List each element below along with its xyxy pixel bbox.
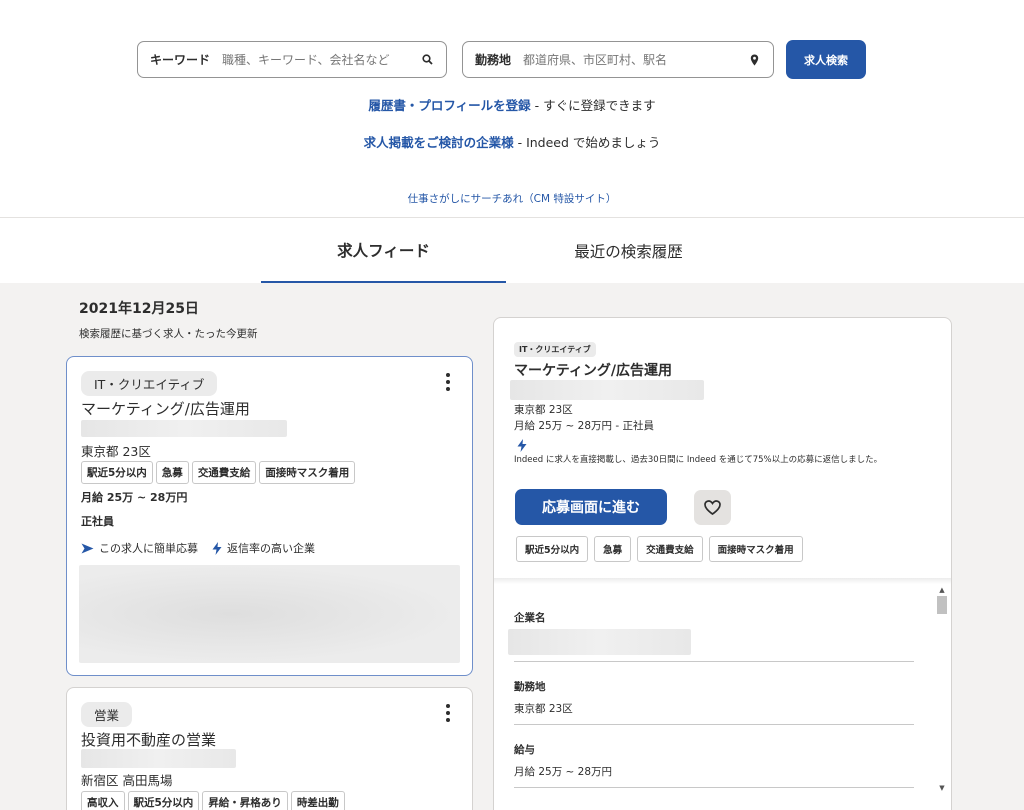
tab-recent-searches[interactable]: 最近の検索履歴 bbox=[506, 218, 751, 284]
lightning-icon bbox=[517, 439, 527, 452]
resume-promo-text: - すぐに登録できます bbox=[530, 98, 656, 113]
job-snippet-redacted bbox=[79, 565, 460, 663]
company-name-redacted bbox=[81, 749, 236, 768]
job-features: この求人に簡単応募 返信率の高い企業 bbox=[81, 540, 329, 556]
location-input[interactable]: 都道府県、市区町村、駅名 bbox=[523, 51, 747, 68]
job-detail-pane: IT・クリエイティブ マーケティング/広告運用 東京都 23区 月給 25万 ~… bbox=[493, 317, 952, 810]
job-title[interactable]: マーケティング/広告運用 bbox=[81, 398, 250, 419]
more-options-icon[interactable] bbox=[446, 373, 450, 391]
location-pin-icon bbox=[747, 53, 761, 67]
company-name-heading: 企業名 bbox=[514, 612, 546, 624]
detail-company-redacted bbox=[510, 380, 704, 400]
salary-heading: 給与 bbox=[514, 744, 535, 756]
company-name-redacted bbox=[508, 629, 691, 655]
tag: 駅近5分以内 bbox=[81, 461, 153, 484]
keyword-input[interactable]: 職種、キーワード、会社名など bbox=[222, 51, 420, 68]
detail-scrollbar[interactable]: ▲ ▼ bbox=[935, 584, 949, 804]
tag: 急募 bbox=[594, 536, 632, 562]
employer-promo: 求人掲載をご検討の企業様 - Indeed で始めましょう bbox=[0, 132, 1024, 151]
job-card[interactable]: 営業 投資用不動産の営業 新宿区 高田馬場 高収入 駅近5分以内 昇給・昇格あり… bbox=[66, 687, 473, 810]
responsive-employer-note: Indeed に求人を直接掲載し、過去30日間に Indeed を通じて75%以… bbox=[514, 455, 883, 465]
employer-link[interactable]: 求人掲載をご検討の企業様 bbox=[364, 135, 514, 150]
section-divider bbox=[514, 724, 914, 725]
job-tags: 駅近5分以内 急募 交通費支給 面接時マスク着用 bbox=[81, 461, 356, 484]
easy-apply-text: この求人に簡単応募 bbox=[99, 542, 198, 555]
job-location: 新宿区 高田馬場 bbox=[81, 773, 173, 788]
tag: 面接時マスク着用 bbox=[259, 461, 356, 484]
arrow-right-icon bbox=[81, 543, 94, 553]
feed-tabs: 求人フィード 最近の検索履歴 bbox=[0, 217, 1024, 284]
tag: 交通費支給 bbox=[191, 461, 257, 484]
employer-promo-text: - Indeed で始めましょう bbox=[513, 135, 661, 150]
heart-icon bbox=[704, 500, 721, 515]
job-tags: 高収入 駅近5分以内 昇給・昇格あり 時差出勤 bbox=[81, 791, 345, 810]
tag: 時差出勤 bbox=[290, 791, 345, 810]
company-name-redacted bbox=[81, 420, 287, 437]
search-button[interactable]: 求人検索 bbox=[786, 40, 866, 79]
feed-date: 2021年12月25日 bbox=[79, 301, 199, 317]
responsive-employer-feature: 返信率の高い企業 bbox=[212, 540, 315, 556]
keyword-label: キーワード bbox=[150, 53, 211, 67]
job-salary: 月給 25万 ~ 28万円 bbox=[81, 491, 188, 504]
category-badge: 営業 bbox=[81, 702, 133, 727]
tag: 高収入 bbox=[81, 791, 125, 810]
detail-category-badge: IT・クリエイティブ bbox=[514, 342, 596, 357]
section-divider bbox=[514, 787, 914, 788]
work-location-value: 東京都 23区 bbox=[514, 703, 573, 715]
detail-tags: 駅近5分以内 急募 交通費支給 面接時マスク着用 bbox=[516, 536, 803, 562]
detail-salary: 月給 25万 ~ 28万円 - 正社員 bbox=[514, 420, 654, 432]
job-location: 東京都 23区 bbox=[81, 444, 151, 459]
category-badge: IT・クリエイティブ bbox=[81, 371, 218, 396]
apply-button[interactable]: 応募画面に進む bbox=[515, 489, 667, 525]
tab-job-feed[interactable]: 求人フィード bbox=[261, 218, 506, 284]
search-icon bbox=[420, 53, 434, 67]
tag: 駅近5分以内 bbox=[516, 536, 589, 562]
cm-site-link[interactable]: 仕事さがしにサーチあれ（CM 特設サイト） bbox=[0, 191, 1024, 206]
employment-type: 正社員 bbox=[81, 515, 114, 528]
salary-value: 月給 25万 ~ 28万円 bbox=[514, 766, 613, 778]
more-options-icon[interactable] bbox=[446, 704, 450, 722]
location-search-field[interactable]: 勤務地 都道府県、市区町村、駅名 bbox=[462, 41, 774, 78]
tag: 駅近5分以内 bbox=[127, 791, 200, 810]
resume-register-link[interactable]: 履歴書・プロフィールを登録 bbox=[368, 98, 530, 113]
section-divider bbox=[514, 661, 914, 662]
tag: 交通費支給 bbox=[637, 536, 703, 562]
job-title[interactable]: 投資用不動産の営業 bbox=[81, 729, 216, 750]
feed-subtitle: 検索履歴に基づく求人・たった今更新 bbox=[79, 328, 258, 340]
detail-scroll-area[interactable]: 企業名 勤務地 東京都 23区 給与 月給 25万 ~ 28万円 bbox=[494, 584, 951, 810]
location-label: 勤務地 bbox=[475, 53, 512, 67]
detail-job-title: マーケティング/広告運用 bbox=[514, 363, 672, 379]
keyword-search-field[interactable]: キーワード 職種、キーワード、会社名など bbox=[137, 41, 447, 78]
save-job-button[interactable] bbox=[694, 490, 731, 525]
scroll-down-icon[interactable]: ▼ bbox=[935, 782, 949, 794]
easy-apply-feature: この求人に簡単応募 bbox=[81, 540, 198, 556]
tag: 昇給・昇格あり bbox=[202, 791, 288, 810]
tag: 面接時マスク着用 bbox=[708, 536, 803, 562]
resume-promo: 履歴書・プロフィールを登録 - すぐに登録できます bbox=[0, 95, 1024, 114]
responsive-employer-text: 返信率の高い企業 bbox=[227, 542, 315, 555]
detail-location: 東京都 23区 bbox=[514, 404, 573, 416]
tag: 急募 bbox=[155, 461, 189, 484]
scroll-up-icon[interactable]: ▲ bbox=[935, 584, 949, 596]
scroll-thumb[interactable] bbox=[937, 596, 947, 614]
work-location-heading: 勤務地 bbox=[514, 681, 546, 693]
lightning-icon bbox=[212, 541, 222, 555]
job-card[interactable]: IT・クリエイティブ マーケティング/広告運用 東京都 23区 駅近5分以内 急… bbox=[66, 356, 473, 676]
